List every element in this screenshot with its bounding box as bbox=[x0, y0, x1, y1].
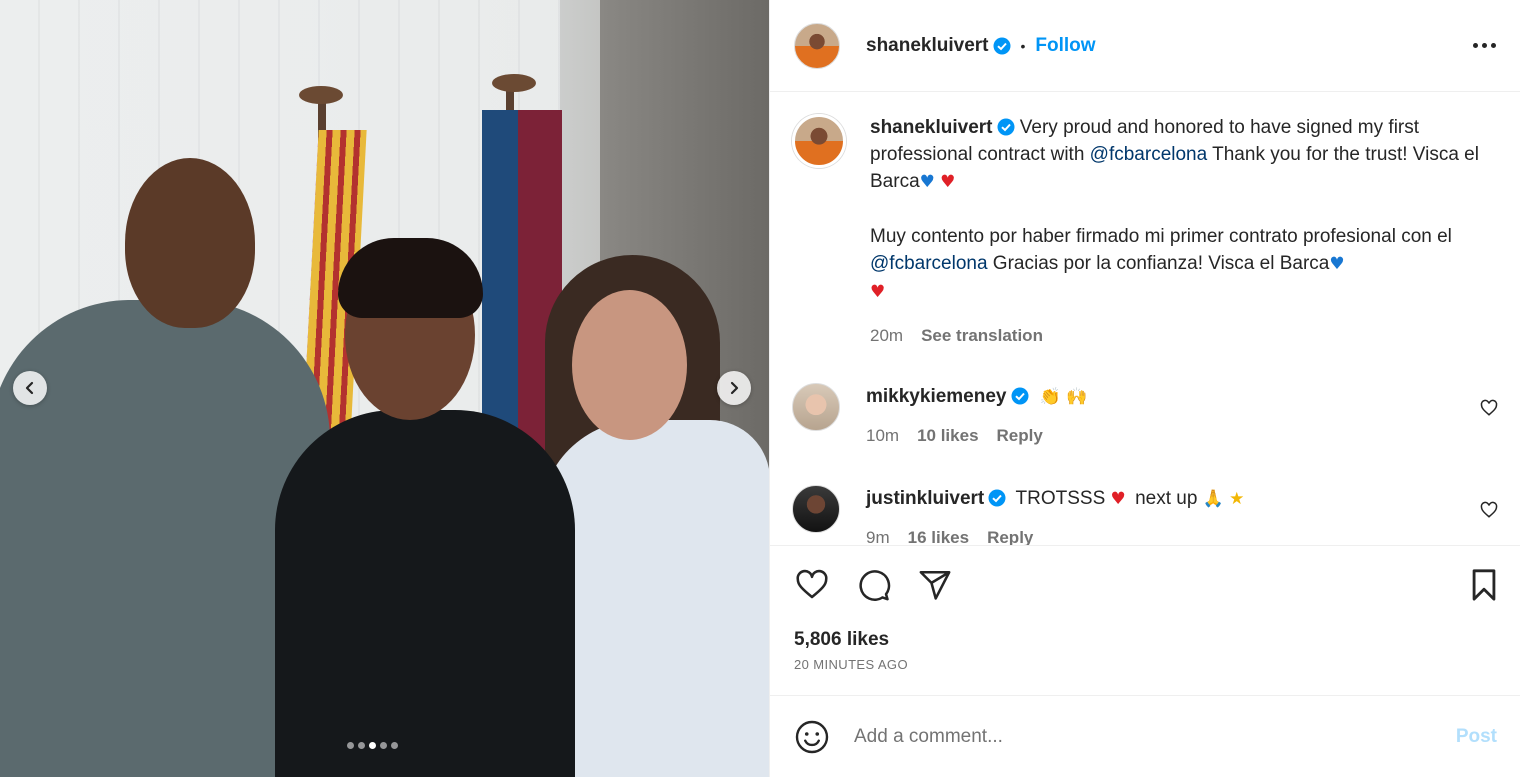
see-translation-link[interactable]: See translation bbox=[921, 322, 1043, 349]
verified-badge-icon bbox=[997, 118, 1014, 136]
blue-heart-icon: ♥ bbox=[1329, 254, 1345, 274]
caption-time: 20m bbox=[870, 326, 904, 345]
caption-line2-pre: Muy contento por haber firmado mi primer… bbox=[870, 226, 1452, 247]
carousel-indicator bbox=[347, 742, 398, 749]
person-left-head bbox=[125, 158, 255, 328]
clap-emoji-icon: 👏 🙌 bbox=[1039, 387, 1088, 407]
comment-meta: 10m 10 likes Reply bbox=[866, 422, 1498, 449]
carousel-dot bbox=[391, 742, 398, 749]
red-heart-icon: ♥ bbox=[940, 172, 956, 192]
like-count[interactable]: 5,806 likes bbox=[794, 629, 1499, 651]
verified-badge-icon bbox=[988, 489, 1006, 507]
post-photo[interactable] bbox=[0, 0, 769, 777]
post-comment-button[interactable]: Post bbox=[1456, 726, 1497, 748]
post-header: shanekluivert • Follow bbox=[770, 0, 1520, 92]
avatar[interactable] bbox=[792, 114, 846, 168]
carousel-dot bbox=[347, 742, 354, 749]
blue-heart-icon: ♥ bbox=[919, 172, 935, 192]
share-icon[interactable] bbox=[918, 568, 952, 602]
carousel-dot bbox=[358, 742, 365, 749]
like-comment-heart-icon[interactable] bbox=[1480, 501, 1498, 519]
comment-likes[interactable]: 10 likes bbox=[917, 422, 978, 449]
carousel-dot bbox=[369, 742, 376, 749]
flag-pole-cap bbox=[299, 86, 343, 104]
comment-likes[interactable]: 16 likes bbox=[908, 524, 969, 546]
chevron-left-icon bbox=[25, 381, 34, 395]
mention-link[interactable]: @fcbarcelona bbox=[1090, 144, 1208, 165]
heart-icon[interactable] bbox=[794, 568, 830, 602]
caption-username[interactable]: shanekluivert bbox=[870, 117, 993, 138]
post-timestamp: 20 MINUTES AGO bbox=[794, 657, 908, 672]
carousel-dot bbox=[380, 742, 387, 749]
person-right-head bbox=[572, 290, 687, 440]
separator-dot: • bbox=[1020, 37, 1026, 54]
comment-time: 9m bbox=[866, 528, 890, 546]
like-comment-heart-icon[interactable] bbox=[1480, 399, 1498, 417]
comment-input[interactable] bbox=[854, 725, 1456, 748]
comment-item: justinkluivert TROTSSS ♥ next up 🙏 ★ 9m … bbox=[770, 485, 1520, 546]
comment-text-2: next up bbox=[1135, 488, 1198, 509]
post-side-panel: shanekluivert • Follow shanekluivert Ver… bbox=[769, 0, 1520, 777]
bookmark-icon[interactable] bbox=[1469, 568, 1499, 602]
comment-time: 10m bbox=[866, 426, 900, 445]
pray-emoji-icon: 🙏 bbox=[1202, 489, 1224, 509]
avatar[interactable] bbox=[792, 383, 840, 431]
comment-item: mikkykiemeney 👏 🙌 10m 10 likes Reply bbox=[770, 383, 1520, 449]
chevron-right-icon bbox=[730, 381, 739, 395]
more-options-icon[interactable] bbox=[1473, 36, 1496, 56]
caption-text-en: shanekluivert Very proud and honored to … bbox=[870, 114, 1490, 196]
comment-text: TROTSSS bbox=[1015, 488, 1106, 509]
comment-username[interactable]: justinkluivert bbox=[866, 488, 984, 509]
red-heart-icon: ♥ bbox=[1110, 489, 1126, 509]
post-caption: shanekluivert Very proud and honored to … bbox=[770, 92, 1520, 349]
caption-text-es: Muy contento por haber firmado mi primer… bbox=[870, 223, 1490, 306]
flag-pole-cap bbox=[492, 74, 536, 92]
avatar[interactable] bbox=[792, 485, 840, 533]
reply-button[interactable]: Reply bbox=[997, 422, 1043, 449]
post-actions: 5,806 likes 20 MINUTES AGO bbox=[770, 545, 1520, 672]
follow-button[interactable]: Follow bbox=[1035, 35, 1095, 57]
mention-link[interactable]: @fcbarcelona bbox=[870, 253, 988, 274]
emoji-icon[interactable] bbox=[794, 719, 830, 755]
carousel-prev-button[interactable] bbox=[13, 371, 47, 405]
verified-badge-icon bbox=[1011, 387, 1028, 405]
avatar[interactable] bbox=[794, 22, 840, 69]
person-center-body bbox=[275, 410, 575, 777]
comments-scroll-area[interactable]: shanekluivert Very proud and honored to … bbox=[770, 92, 1520, 546]
caption-meta: 20m See translation bbox=[870, 322, 1490, 349]
reply-button[interactable]: Reply bbox=[987, 524, 1033, 546]
comment-meta: 9m 16 likes Reply bbox=[866, 524, 1498, 546]
comment-composer: Post bbox=[770, 695, 1520, 777]
caption-line2-post: Gracias por la confianza! Visca el Barca bbox=[987, 253, 1330, 274]
carousel-next-button[interactable] bbox=[717, 371, 751, 405]
person-center-hair bbox=[338, 238, 483, 318]
red-heart-icon: ♥ bbox=[870, 282, 886, 302]
verified-badge-icon bbox=[993, 37, 1010, 54]
comment-icon[interactable] bbox=[856, 568, 892, 602]
author-username[interactable]: shanekluivert bbox=[866, 35, 989, 57]
comment-username[interactable]: mikkykiemeney bbox=[866, 386, 1007, 407]
star-emoji-icon: ★ bbox=[1229, 489, 1245, 509]
